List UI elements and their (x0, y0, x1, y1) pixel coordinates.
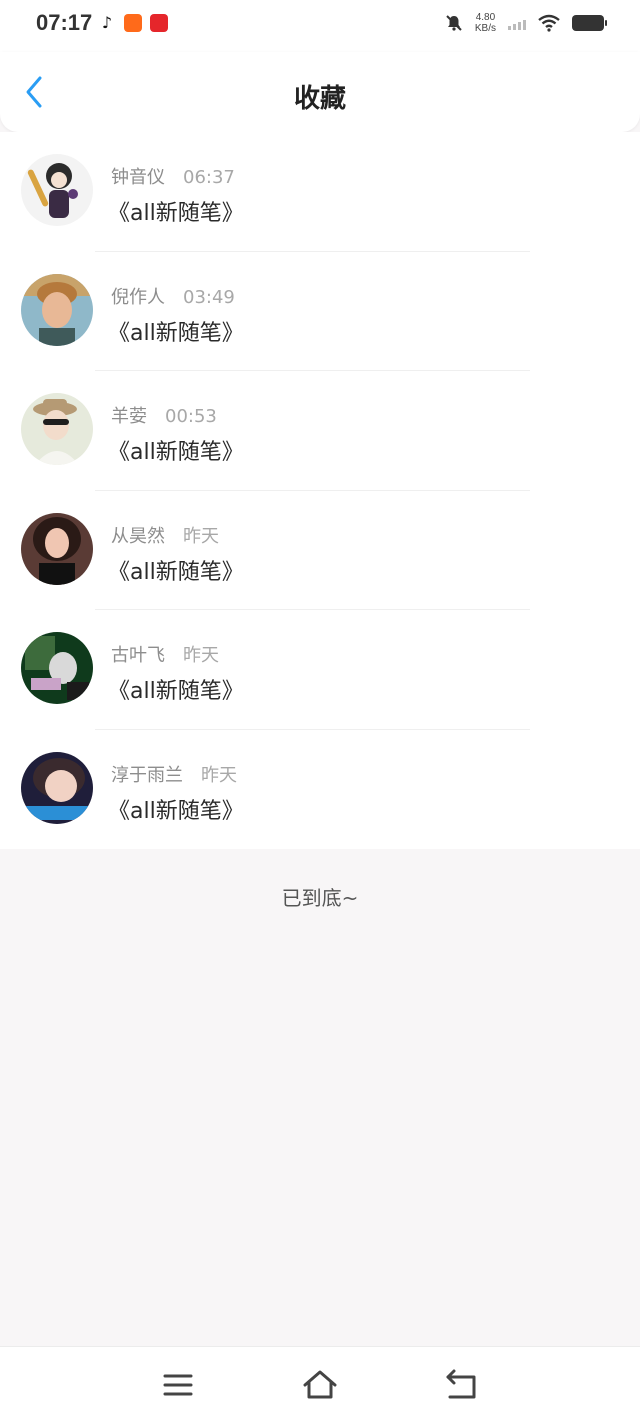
item-meta: 钟音仪 06:37 (111, 163, 235, 189)
list-item[interactable]: 羊荌 00:53 《all新随笔》 (0, 371, 640, 491)
return-button[interactable] (442, 1367, 482, 1403)
item-time: 06:37 (183, 167, 235, 188)
notification-icons: ♪ (98, 14, 168, 32)
wifi-icon (538, 14, 560, 32)
author-name: 倪作人 (111, 286, 165, 308)
system-navigation-bar (0, 1346, 640, 1423)
tiktok-icon: ♪ (98, 14, 116, 32)
home-button[interactable] (300, 1367, 340, 1403)
avatar (21, 632, 93, 704)
item-meta: 倪作人 03:49 (111, 283, 235, 309)
end-of-list-text: 已到底~ (281, 886, 359, 910)
list-item[interactable]: 从昊然 昨天 《all新随笔》 (0, 491, 640, 610)
return-icon (446, 1369, 476, 1399)
author-name: 古叶飞 (111, 645, 165, 666)
status-time: 07:17 (36, 10, 93, 35)
header: 收藏 (0, 52, 640, 132)
item-title: 《all新随笔》 (108, 679, 244, 704)
list-item[interactable]: 古叶飞 昨天 《all新随笔》 (0, 610, 640, 730)
menu-button[interactable] (158, 1367, 198, 1403)
page-title: 收藏 (293, 84, 346, 114)
avatar (21, 751, 93, 824)
author-name: 淳于雨兰 (111, 764, 183, 786)
list-item[interactable]: 淳于雨兰 昨天 《all新随笔》 (0, 730, 640, 850)
mute-bell-icon (446, 15, 462, 31)
item-title: 《all新随笔》 (108, 798, 244, 824)
author-name: 钟音仪 (111, 167, 165, 188)
item-title: 《all新随笔》 (108, 320, 244, 346)
item-time: 昨天 (183, 645, 219, 666)
network-speed: 4.80 KB/s (475, 12, 496, 34)
item-title: 《all新随笔》 (108, 559, 244, 585)
menu-icon (163, 1374, 193, 1396)
item-meta: 淳于雨兰 昨天 (111, 761, 237, 787)
author-name: 从昊然 (111, 525, 165, 547)
item-time: 03:49 (183, 286, 235, 308)
avatar (21, 273, 93, 346)
item-meta: 古叶飞 昨天 (111, 641, 219, 667)
network-speed-value: 4.80 (475, 12, 496, 23)
avatar (21, 154, 93, 226)
avatar (21, 512, 93, 585)
item-meta: 羊荌 00:53 (111, 402, 217, 428)
item-title: 《all新随笔》 (108, 440, 244, 465)
item-time: 昨天 (183, 525, 219, 547)
item-time: 00:53 (165, 406, 217, 427)
status-right: 4.80 KB/s (445, 12, 607, 34)
item-time: 昨天 (201, 764, 237, 786)
item-title: 《all新随笔》 (108, 201, 244, 226)
app-notification-icon (124, 14, 142, 32)
battery-icon (572, 15, 607, 31)
favorites-list: 钟音仪 06:37 《all新随笔》 倪作人 03:49 《all新随笔》 羊荌… (0, 132, 640, 849)
home-icon (303, 1370, 337, 1399)
item-meta: 从昊然 昨天 (111, 522, 219, 548)
list-item[interactable]: 钟音仪 06:37 《all新随笔》 (0, 132, 640, 252)
status-bar: 07:17 ♪ 4.80 KB/s (0, 0, 640, 52)
network-speed-unit: KB/s (474, 23, 496, 34)
signal-icon (508, 16, 526, 30)
avatar (21, 393, 93, 465)
author-name: 羊荌 (111, 406, 147, 427)
app-notification-icon (150, 14, 168, 32)
list-item[interactable]: 倪作人 03:49 《all新随笔》 (0, 252, 640, 371)
